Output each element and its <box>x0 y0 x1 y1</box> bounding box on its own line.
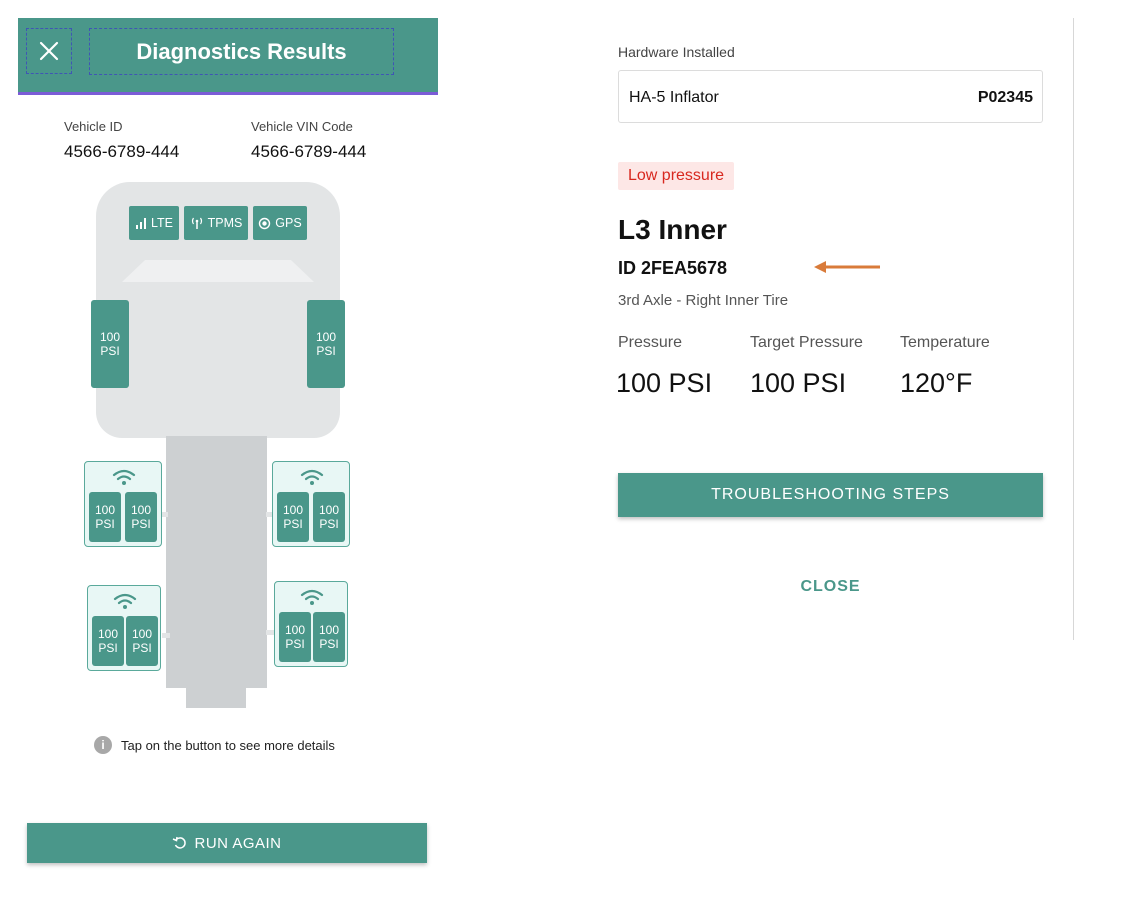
vehicle-id-label: Vehicle ID <box>64 119 123 134</box>
temperature-label: Temperature <box>900 334 990 351</box>
tire-value: 100 <box>315 330 337 344</box>
gps-chip[interactable]: GPS <box>253 206 307 240</box>
tire-unit: PSI <box>95 517 115 531</box>
tire-axle3-right-inner[interactable]: 100 PSI <box>279 612 311 662</box>
tire-front-right[interactable]: 100 PSI <box>307 300 345 388</box>
tire-axle3-right-outer[interactable]: 100 PSI <box>313 612 345 662</box>
hardware-name: HA-5 Inflator <box>629 89 719 106</box>
tire-axle3-left-outer[interactable]: 100 PSI <box>92 616 124 666</box>
tire-unit: PSI <box>316 344 336 358</box>
vehicle-diagram: LTE TPMS GPS 100 PSI 100 PSI 100 PSI 100… <box>18 178 438 718</box>
tire-description: 3rd Axle - Right Inner Tire <box>618 292 789 309</box>
status-badge: Low pressure <box>618 162 735 190</box>
vin-value: 4566-6789-444 <box>251 142 367 161</box>
hardware-label: Hardware Installed <box>618 44 735 60</box>
tire-axle3-left-inner[interactable]: 100 PSI <box>126 616 158 666</box>
tire-unit: PSI <box>283 517 303 531</box>
run-again-label: RUN AGAIN <box>194 834 282 852</box>
truck-trailer-tail <box>186 684 246 708</box>
axle-connector <box>162 512 168 517</box>
tpms-chip[interactable]: TPMS <box>184 206 248 240</box>
windshield <box>122 260 314 282</box>
close-button[interactable] <box>26 28 72 74</box>
tire-value: 100 <box>282 503 304 517</box>
tire-unit: PSI <box>319 637 339 651</box>
tire-unit: PSI <box>100 344 120 358</box>
tire-value: 100 <box>318 503 340 517</box>
tire-group-axle2-right[interactable]: 100 PSI 100 PSI <box>272 461 350 547</box>
hint-text: Tap on the button to see more details <box>121 737 335 753</box>
diagnostics-panel: Diagnostics Results Vehicle ID 4566-6789… <box>18 18 438 898</box>
lte-chip[interactable]: LTE <box>129 206 179 240</box>
tire-group-axle2-left[interactable]: 100 PSI 100 PSI <box>84 461 162 547</box>
tire-axle2-left-inner[interactable]: 100 PSI <box>125 492 157 542</box>
tire-unit: PSI <box>98 641 118 655</box>
tire-value: 100 <box>318 623 340 637</box>
tire-value: 100 <box>97 627 119 641</box>
tire-axle2-left-outer[interactable]: 100 PSI <box>89 492 121 542</box>
diagnostics-header: Diagnostics Results <box>18 18 438 95</box>
annotation-arrow-icon <box>814 261 880 273</box>
page-title-text: Diagnostics Results <box>136 38 347 64</box>
target-pressure-label: Target Pressure <box>750 334 863 351</box>
wifi-icon <box>300 589 324 605</box>
tire-value: 100 <box>94 503 116 517</box>
tire-unit: PSI <box>285 637 305 651</box>
target-icon <box>259 217 271 229</box>
tire-unit: PSI <box>131 517 151 531</box>
vehicle-id-value: 4566-6789-444 <box>64 142 180 161</box>
wifi-icon <box>113 593 137 609</box>
tire-unit: PSI <box>132 641 152 655</box>
axle-connector <box>162 633 170 638</box>
tire-group-axle3-left[interactable]: 100 PSI 100 PSI <box>87 585 161 671</box>
tire-group-axle3-right[interactable]: 100 PSI 100 PSI <box>274 581 348 667</box>
tire-title: L3 Inner <box>618 214 727 245</box>
tpms-label: TPMS <box>207 216 243 230</box>
tire-value: 100 <box>284 623 306 637</box>
target-pressure-value: 100 PSI <box>750 368 847 398</box>
wifi-icon <box>112 469 136 485</box>
tire-id: ID 2FEA5678 <box>618 258 728 278</box>
vin-label: Vehicle VIN Code <box>251 119 353 134</box>
tire-value: 100 <box>99 330 121 344</box>
signal-bars-icon <box>136 218 146 229</box>
antenna-icon <box>191 217 202 229</box>
tire-detail-panel: Hardware Installed HA-5 Inflator P02345 … <box>600 18 1074 640</box>
hardware-code: P02345 <box>977 89 1033 106</box>
tire-front-left[interactable]: 100 PSI <box>91 300 129 388</box>
refresh-icon <box>173 836 187 849</box>
wifi-icon <box>300 469 324 485</box>
temperature-value: 120°F <box>900 368 973 398</box>
gps-label: GPS <box>275 216 302 230</box>
tire-axle2-right-inner[interactable]: 100 PSI <box>277 492 309 542</box>
tire-value: 100 <box>130 503 152 517</box>
pressure-label: Pressure <box>618 334 683 351</box>
close-button[interactable]: CLOSE <box>618 578 1043 596</box>
close-icon <box>39 41 59 61</box>
tire-axle2-right-outer[interactable]: 100 PSI <box>313 492 345 542</box>
truck-trailer <box>166 436 267 688</box>
pressure-value: 100 PSI <box>616 368 713 398</box>
tire-value: 100 <box>131 627 153 641</box>
run-again-button[interactable]: RUN AGAIN <box>27 823 427 863</box>
tire-unit: PSI <box>319 517 339 531</box>
lte-label: LTE <box>151 216 173 230</box>
info-icon: i <box>94 736 112 754</box>
hint-text-row: i Tap on the button to see more details <box>94 736 335 754</box>
troubleshooting-button[interactable]: TROUBLESHOOTING STEPS <box>618 473 1043 517</box>
hardware-field: HA-5 Inflator P02345 <box>618 70 1043 123</box>
page-title: Diagnostics Results <box>89 28 394 75</box>
